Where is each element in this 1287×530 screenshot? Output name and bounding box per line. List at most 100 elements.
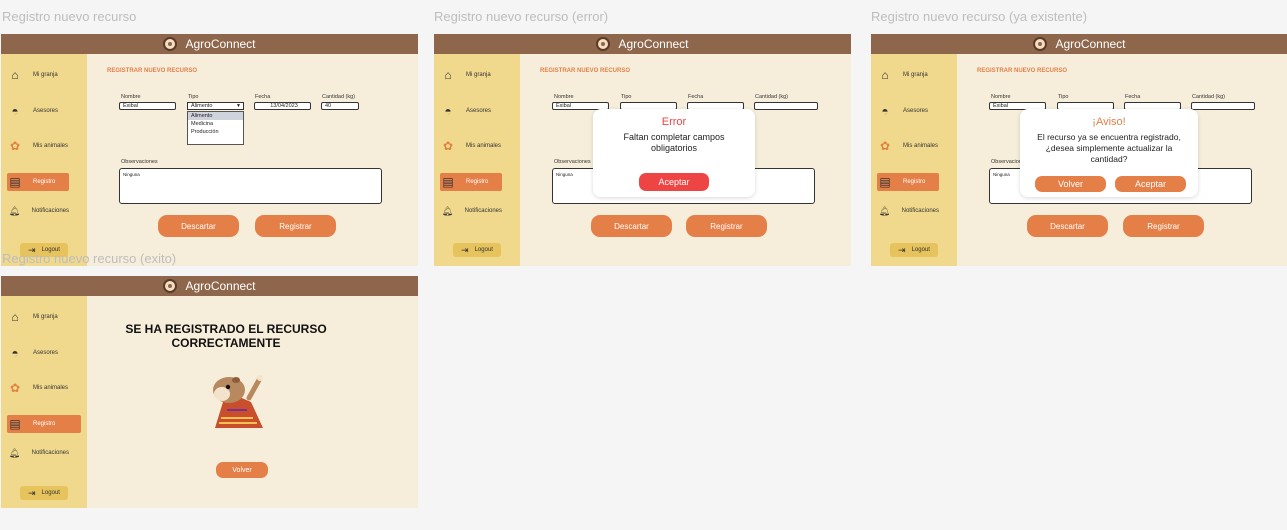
logout-button[interactable]: ⇥ Logout	[890, 243, 938, 257]
cantidad-input[interactable]	[754, 102, 818, 110]
app-name: AgroConnect	[185, 37, 256, 51]
app-name: AgroConnect	[185, 279, 256, 293]
logo-icon	[163, 37, 178, 51]
bell-icon: 🔔︎	[8, 447, 21, 458]
sidebar-item-registro[interactable]: ▤ Registro	[7, 415, 81, 433]
nombre-input[interactable]: Exibal	[119, 102, 176, 110]
top-bar: AgroConnect	[1, 276, 418, 296]
logout-icon: ⇥	[28, 487, 36, 498]
tipo-option[interactable]: Producción	[188, 128, 243, 136]
cantidad-label: Cantidad (kg)	[755, 94, 789, 100]
tipo-label: Tipo	[1058, 94, 1069, 100]
animals-icon: ✿	[9, 139, 21, 153]
animals-icon: ✿	[9, 381, 21, 395]
top-bar: AgroConnect	[434, 34, 851, 54]
section-title: REGISTRAR NUEVO RECURSO	[977, 68, 1068, 74]
descartar-button[interactable]: Descartar	[158, 215, 239, 237]
cantidad-input[interactable]	[1191, 102, 1255, 110]
sidebar-item-asesores[interactable]: ◓ Asesores	[7, 102, 69, 120]
tipo-select[interactable]: Alimento ▼	[187, 102, 244, 110]
sidebar-item-asesores[interactable]: ◓ Asesores	[877, 102, 939, 120]
volver-button[interactable]: Volver	[1035, 176, 1106, 192]
sidebar-item-notificaciones[interactable]: 🔔︎ Notificaciones	[877, 202, 939, 220]
fecha-label: Fecha	[688, 94, 704, 100]
fecha-input[interactable]: 13/04/2023	[254, 102, 311, 110]
sidebar-item-mi-granja[interactable]: ⌂ Mi granja	[7, 66, 69, 84]
logout-button[interactable]: ⇥ Logout	[20, 486, 68, 500]
tipo-option[interactable]: Medicina	[188, 120, 243, 128]
descartar-button[interactable]: Descartar	[591, 215, 672, 237]
sidebar: ⌂ Mi granja ◓ Asesores ✿ Mis animales ▤ Regi…	[1, 296, 87, 508]
barn-icon: ⌂	[11, 310, 19, 324]
sidebar: ⌂ Mi granja ◓ Asesores ✿ Mis animales ▤ Regi…	[871, 54, 957, 266]
warning-title: ¡Aviso!	[1092, 116, 1126, 128]
logo-icon	[163, 279, 178, 293]
sidebar-item-notificaciones[interactable]: 🔔︎ Notificaciones	[7, 444, 69, 462]
sidebar-item-mis-animales[interactable]: ✿ Mis animales	[7, 137, 69, 155]
guinea-pig-mascot-image	[213, 375, 263, 428]
bell-icon: 🔔︎	[8, 205, 21, 216]
app-name: AgroConnect	[1055, 37, 1126, 51]
bell-icon: 🔔︎	[441, 205, 454, 216]
farmer-hat-icon: ◓	[444, 104, 452, 118]
sidebar-item-notificaciones[interactable]: 🔔︎ Notificaciones	[440, 202, 502, 220]
frame-registro-exito: AgroConnect ⌂ Mi granja ◓ Asesores ✿ Mis an…	[1, 276, 418, 508]
sidebar-item-registro[interactable]: ▤ Registro	[877, 173, 939, 191]
logout-icon: ⇥	[898, 244, 906, 255]
sidebar-item-registro[interactable]: ▤ Registro	[440, 173, 502, 191]
sidebar-item-mis-animales[interactable]: ✿ Mis animales	[7, 379, 69, 397]
logout-button[interactable]: ⇥ Logout	[453, 243, 501, 257]
section-title: REGISTRAR NUEVO RECURSO	[540, 68, 631, 74]
sidebar: ⌂ Mi granja ◓ Asesores ✿ Mis animales ▤ Regi…	[1, 54, 87, 266]
sidebar-item-notificaciones[interactable]: 🔔︎ Notificaciones	[7, 202, 69, 220]
sidebar-item-mis-animales[interactable]: ✿ Mis animales	[877, 137, 939, 155]
cantidad-input[interactable]: 40	[321, 102, 359, 110]
observaciones-textarea[interactable]: Ninguna	[119, 168, 382, 204]
tipo-dropdown: Alimento Medicina Producción	[187, 111, 244, 145]
frame-title-existente: Registro nuevo recurso (ya existente)	[871, 9, 1088, 24]
barn-icon: ⌂	[881, 68, 889, 82]
sidebar-item-mi-granja[interactable]: ⌂ Mi granja	[877, 66, 939, 84]
tipo-label: Tipo	[188, 94, 199, 100]
sidebar-item-mi-granja[interactable]: ⌂ Mi granja	[7, 308, 69, 326]
descartar-button[interactable]: Descartar	[1027, 215, 1108, 237]
frame-registro-error: AgroConnect ⌂ Mi granja ◓ Asesores ✿ Mis an…	[434, 34, 851, 266]
volver-button[interactable]: Volver	[216, 462, 268, 478]
sidebar-item-asesores[interactable]: ◓ Asesores	[7, 344, 69, 362]
frame-registro: AgroConnect ⌂ Mi granja ◓ Asesores ✿ Mis an…	[1, 34, 418, 266]
observaciones-label: Observaciones	[121, 159, 158, 165]
sidebar-item-asesores[interactable]: ◓ Asesores	[440, 102, 502, 120]
tipo-label: Tipo	[621, 94, 632, 100]
cantidad-label: Cantidad (kg)	[322, 94, 356, 100]
frame-registro-existente: AgroConnect ⌂ Mi granja ◓ Asesores ✿ Mis an…	[871, 34, 1287, 266]
logout-icon: ⇥	[461, 244, 469, 255]
observaciones-label: Observaciones	[554, 159, 591, 165]
registrar-button[interactable]: Registrar	[1123, 215, 1204, 237]
barn-icon: ⌂	[11, 68, 19, 82]
sidebar-item-mi-granja[interactable]: ⌂ Mi granja	[440, 66, 502, 84]
clipboard-icon: ▤	[442, 175, 454, 189]
error-modal: Error Faltan completar campos obligatori…	[593, 109, 755, 197]
aceptar-button[interactable]: Aceptar	[1115, 176, 1186, 192]
warning-message: El recurso ya se encuentra registrado, ¿…	[1037, 132, 1181, 164]
registrar-button[interactable]: Registrar	[686, 215, 767, 237]
sidebar-item-registro[interactable]: ▤ Registro	[7, 173, 69, 191]
error-title: Error	[661, 116, 687, 128]
logo-icon	[596, 37, 611, 51]
sidebar: ⌂ Mi granja ◓ Asesores ✿ Mis animales ▤ Regi…	[434, 54, 520, 266]
farmer-hat-icon: ◓	[11, 104, 19, 118]
bell-icon: 🔔︎	[878, 205, 891, 216]
dropdown-arrow-icon: ▼	[236, 103, 241, 109]
clipboard-icon: ▤	[9, 417, 21, 431]
frame-title-exito: Registro nuevo recurso (exito)	[2, 251, 177, 266]
logo-icon	[1033, 37, 1048, 51]
farmer-hat-icon: ◓	[881, 104, 889, 118]
sidebar-item-mis-animales[interactable]: ✿ Mis animales	[440, 137, 502, 155]
top-bar: AgroConnect	[1, 34, 418, 54]
tipo-option[interactable]: Alimento	[188, 112, 243, 120]
frame-title-registro: Registro nuevo recurso	[2, 9, 137, 24]
aceptar-button[interactable]: Aceptar	[639, 173, 709, 191]
registrar-button[interactable]: Registrar	[255, 215, 336, 237]
fecha-label: Fecha	[255, 94, 271, 100]
warning-modal: ¡Aviso! El recurso ya se encuentra regis…	[1020, 109, 1198, 197]
